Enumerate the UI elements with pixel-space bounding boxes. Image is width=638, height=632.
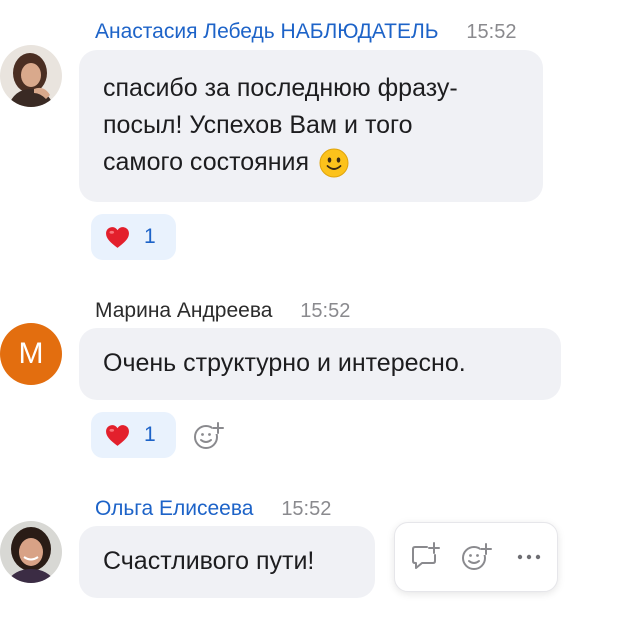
heart-icon <box>106 226 129 248</box>
message-line: посыл! Успехов Вам и того <box>103 111 413 139</box>
reaction-count: 1 <box>144 225 156 248</box>
reaction-heart[interactable]: 1 <box>91 412 176 458</box>
message-line: самого состояния <box>103 144 519 181</box>
message-header: Ольга Елисеева 15:52 <box>95 497 331 521</box>
timestamp: 15:52 <box>300 300 351 322</box>
reaction-count: 1 <box>144 423 156 446</box>
timestamp: 15:52 <box>466 21 517 43</box>
avatar[interactable]: М <box>0 323 62 385</box>
add-reaction-icon[interactable] <box>460 541 492 573</box>
author-name[interactable]: Анастасия Лебедь НАБЛЮДАТЕЛЬ <box>95 20 439 43</box>
message-text: самого состояния <box>103 148 310 176</box>
message-bubble[interactable]: Очень структурно и интересно. <box>79 328 561 400</box>
author-name[interactable]: Марина Андреева <box>95 299 272 322</box>
add-reaction-icon[interactable] <box>192 420 224 452</box>
avatar-letter: М <box>18 337 44 370</box>
message-line: спасибо за последнюю фразу- <box>103 74 458 102</box>
avatar[interactable] <box>0 45 62 107</box>
heart-icon <box>106 424 129 446</box>
avatar[interactable] <box>0 521 62 583</box>
reply-icon[interactable] <box>409 541 441 573</box>
more-icon[interactable] <box>513 541 545 573</box>
smiling-face-emoji-icon <box>319 148 349 178</box>
message-line: Счастливого пути! <box>103 547 315 575</box>
message-bubble[interactable]: Счастливого пути! <box>79 526 375 598</box>
timestamp: 15:52 <box>281 498 332 520</box>
author-name[interactable]: Ольга Елисеева <box>95 497 253 520</box>
message-header: Марина Андреева 15:52 <box>95 299 350 323</box>
message-actions-toolbar <box>394 522 558 592</box>
message-header: Анастасия Лебедь НАБЛЮДАТЕЛЬ 15:52 <box>95 20 516 44</box>
message-line: Очень структурно и интересно. <box>103 349 466 377</box>
reaction-heart[interactable]: 1 <box>91 214 176 260</box>
message-bubble[interactable]: спасибо за последнюю фразу- посыл! Успех… <box>79 50 543 202</box>
